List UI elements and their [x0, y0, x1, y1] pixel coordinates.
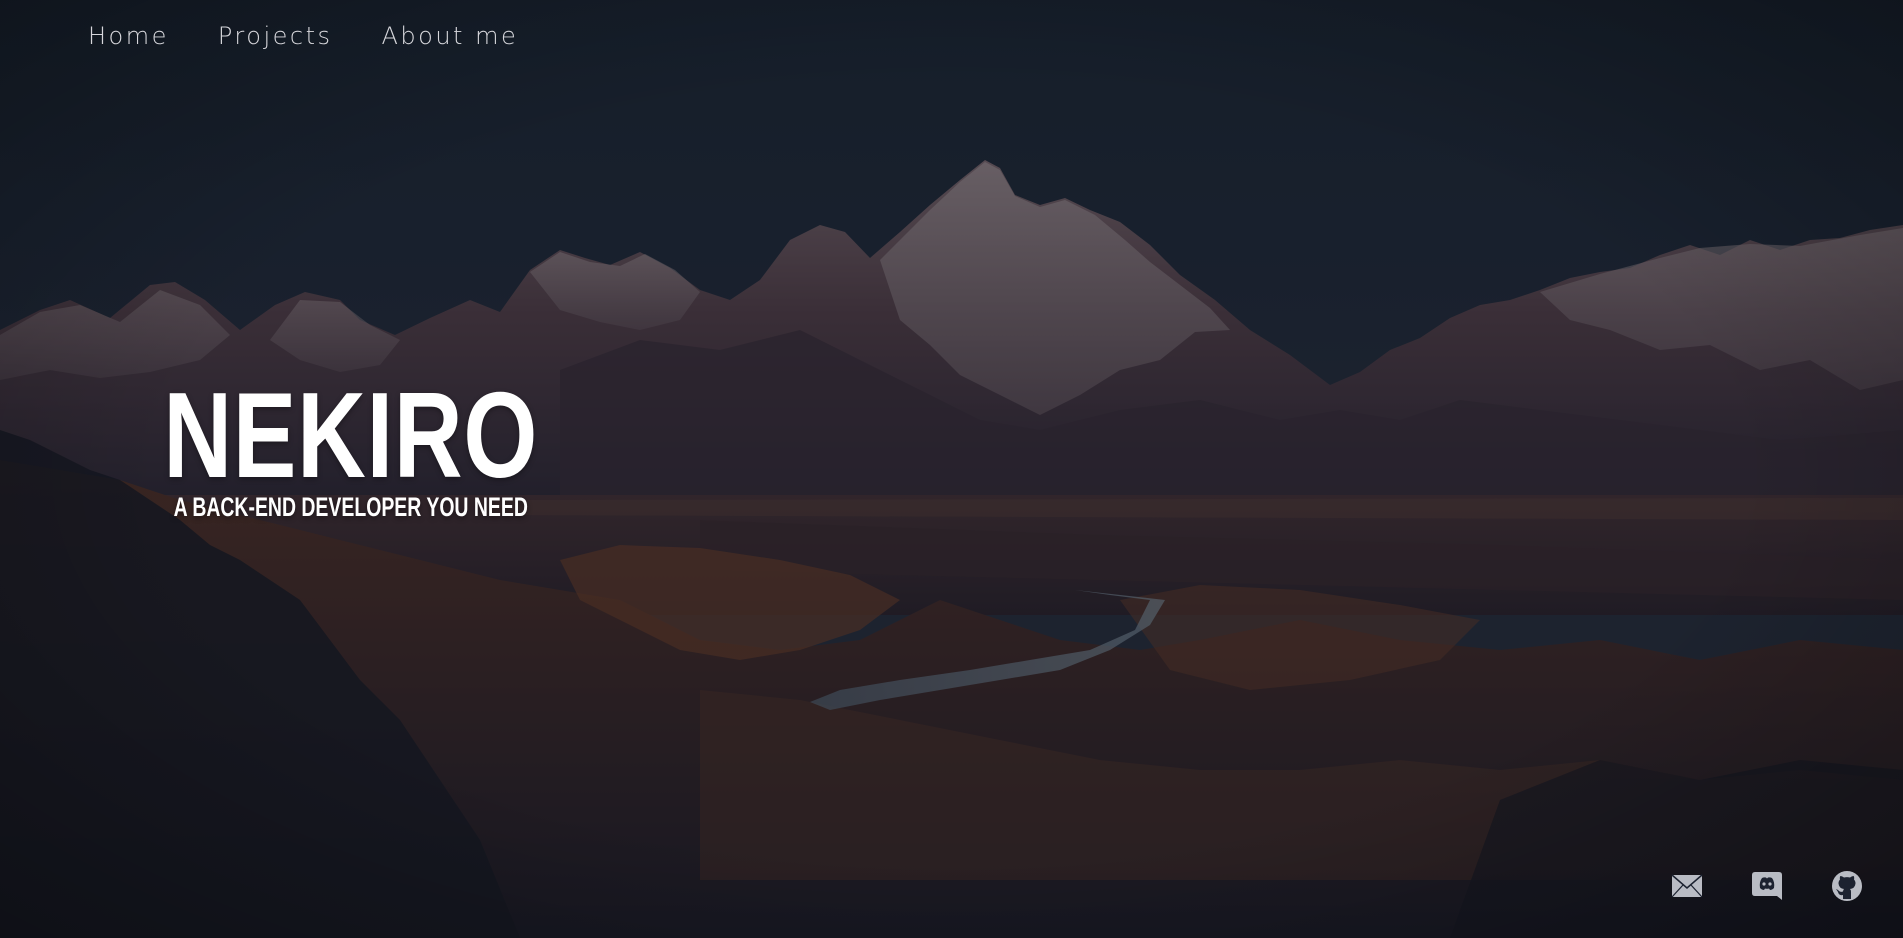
nav-link-about-me[interactable]: About me — [382, 22, 519, 50]
nav-link-home[interactable]: Home — [88, 22, 169, 50]
github-icon — [1832, 871, 1862, 901]
github-link[interactable] — [1831, 870, 1863, 902]
nav-link-projects[interactable]: Projects — [218, 22, 333, 50]
social-links — [1671, 870, 1863, 902]
discord-icon — [1752, 872, 1782, 900]
top-nav: Home Projects About me — [88, 22, 567, 50]
mail-link[interactable] — [1671, 870, 1703, 902]
discord-link[interactable] — [1751, 870, 1783, 902]
hero-name: NEKIRO — [163, 367, 539, 503]
hero-brand: NEKIRO A BACK-END DEVELOPER YOU NEED — [126, 367, 539, 522]
mail-icon — [1671, 874, 1703, 898]
hero-tagline: A BACK-END DEVELOPER YOU NEED — [173, 492, 528, 522]
hero-section: Home Projects About me NEKIRO A BACK-END… — [0, 0, 1903, 938]
